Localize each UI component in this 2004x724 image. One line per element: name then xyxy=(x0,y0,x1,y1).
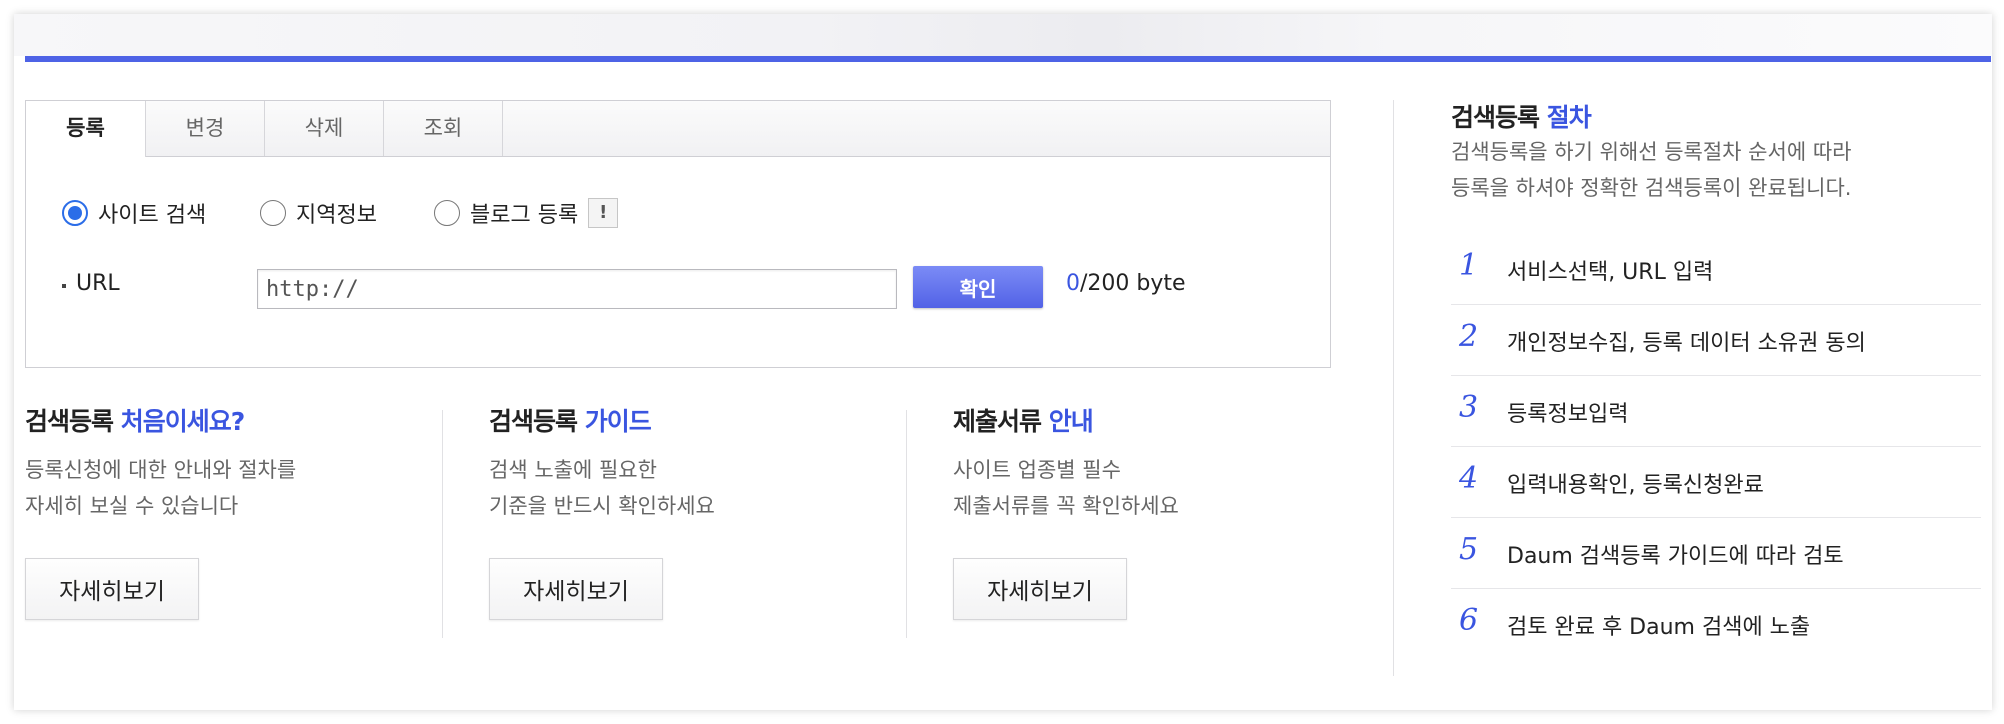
accent-bar xyxy=(25,56,1991,62)
more-button[interactable]: 자세히보기 xyxy=(953,558,1127,620)
radio-button[interactable] xyxy=(434,200,460,226)
step-item: 5 Daum 검색등록 가이드에 따라 검토 xyxy=(1451,518,1981,589)
procedure-title-accent: 절차 xyxy=(1546,103,1592,132)
bullet-icon xyxy=(62,284,66,288)
step-item: 1 서비스선택, URL 입력 xyxy=(1451,234,1981,305)
info-title: 검색등록 가이드 xyxy=(489,402,909,438)
info-description: 사이트 업종별 필수 제출서류를 꼭 확인하세요 xyxy=(953,452,1373,524)
procedure-steps: 1 서비스선택, URL 입력 2 개인정보수집, 등록 데이터 소유권 동의 … xyxy=(1451,234,1981,660)
radio-label: 지역정보 xyxy=(296,203,377,228)
procedure-title: 검색등록 절차 xyxy=(1451,98,1592,134)
radio-label: 블로그 등록 xyxy=(470,203,579,228)
step-text: 개인정보수집, 등록 데이터 소유권 동의 xyxy=(1507,331,1866,356)
divider xyxy=(906,410,907,638)
step-text: 입력내용확인, 등록신청완료 xyxy=(1507,473,1764,498)
procedure-description: 검색등록을 하기 위해선 등록절차 순서에 따라 등록을 하셔야 정확한 검색등… xyxy=(1451,134,1971,206)
step-number: 6 xyxy=(1459,603,1479,638)
tab-delete[interactable]: 삭제 xyxy=(265,101,384,156)
header-strip xyxy=(14,14,1992,56)
step-text: 검토 완료 후 Daum 검색에 노출 xyxy=(1507,615,1811,640)
radio-site-search[interactable]: 사이트 검색 xyxy=(62,197,206,229)
registration-panel: 등록 변경 삭제 조회 사이트 검색 지역정보 블로그 등록 ! URL 확인 … xyxy=(25,100,1331,368)
info-title-accent: 처음이세요? xyxy=(120,407,246,436)
divider xyxy=(442,410,443,638)
confirm-button[interactable]: 확인 xyxy=(913,266,1043,308)
info-title-accent: 가이드 xyxy=(584,407,652,436)
byte-max: /200 byte xyxy=(1080,271,1186,296)
radio-local-info[interactable]: 지역정보 xyxy=(260,197,377,229)
procedure-title-text: 검색등록 xyxy=(1451,103,1540,132)
info-column-guide: 검색등록 가이드 검색 노출에 필요한 기준을 반드시 확인하세요 자세히보기 xyxy=(489,402,909,620)
info-desc-line: 기준을 반드시 확인하세요 xyxy=(489,494,715,518)
step-number: 1 xyxy=(1459,248,1479,283)
step-number: 3 xyxy=(1459,390,1479,425)
radio-button-checked[interactable] xyxy=(62,200,88,226)
info-desc-line: 자세히 보실 수 있습니다 xyxy=(25,494,239,518)
procedure-desc-line: 검색등록을 하기 위해선 등록절차 순서에 따라 xyxy=(1451,140,1852,164)
info-desc-line: 등록신청에 대한 안내와 절차를 xyxy=(25,458,297,482)
step-text: 등록정보입력 xyxy=(1507,402,1629,427)
step-text: 서비스선택, URL 입력 xyxy=(1507,260,1714,285)
info-title-text: 제출서류 xyxy=(953,407,1042,436)
step-number: 5 xyxy=(1459,532,1479,567)
radio-button[interactable] xyxy=(260,200,286,226)
tab-bar: 등록 변경 삭제 조회 xyxy=(26,101,1330,157)
tab-lookup[interactable]: 조회 xyxy=(384,101,503,156)
info-icon[interactable]: ! xyxy=(588,198,619,228)
main-card: 등록 변경 삭제 조회 사이트 검색 지역정보 블로그 등록 ! URL 확인 … xyxy=(14,14,1992,710)
panel-divider xyxy=(1393,100,1394,676)
step-number: 4 xyxy=(1459,461,1479,496)
more-button[interactable]: 자세히보기 xyxy=(489,558,663,620)
info-column-first-time: 검색등록 처음이세요? 등록신청에 대한 안내와 절차를 자세히 보실 수 있습… xyxy=(25,402,445,620)
info-title-text: 검색등록 xyxy=(489,407,578,436)
step-text: Daum 검색등록 가이드에 따라 검토 xyxy=(1507,544,1844,569)
info-description: 검색 노출에 필요한 기준을 반드시 확인하세요 xyxy=(489,452,909,524)
info-desc-line: 사이트 업종별 필수 xyxy=(953,458,1121,482)
url-input[interactable] xyxy=(257,269,897,309)
info-column-documents: 제출서류 안내 사이트 업종별 필수 제출서류를 꼭 확인하세요 자세히보기 xyxy=(953,402,1373,620)
info-description: 등록신청에 대한 안내와 절차를 자세히 보실 수 있습니다 xyxy=(25,452,445,524)
step-item: 4 입력내용확인, 등록신청완료 xyxy=(1451,447,1981,518)
info-title-accent: 안내 xyxy=(1048,407,1094,436)
byte-current: 0 xyxy=(1066,271,1080,296)
info-desc-line: 검색 노출에 필요한 xyxy=(489,458,657,482)
tab-register[interactable]: 등록 xyxy=(26,101,146,157)
byte-counter: 0/200 byte xyxy=(1066,271,1186,296)
radio-blog-register[interactable]: 블로그 등록 ! xyxy=(434,197,619,229)
radio-label: 사이트 검색 xyxy=(98,203,207,228)
step-number: 2 xyxy=(1459,319,1479,354)
url-label: URL xyxy=(76,271,120,296)
info-title-text: 검색등록 xyxy=(25,407,114,436)
info-desc-line: 제출서류를 꼭 확인하세요 xyxy=(953,494,1179,518)
tab-change[interactable]: 변경 xyxy=(146,101,265,156)
step-item: 3 등록정보입력 xyxy=(1451,376,1981,447)
more-button[interactable]: 자세히보기 xyxy=(25,558,199,620)
info-title: 검색등록 처음이세요? xyxy=(25,402,445,438)
step-item: 2 개인정보수집, 등록 데이터 소유권 동의 xyxy=(1451,305,1981,376)
step-item: 6 검토 완료 후 Daum 검색에 노출 xyxy=(1451,589,1981,660)
info-title: 제출서류 안내 xyxy=(953,402,1373,438)
procedure-desc-line: 등록을 하셔야 정확한 검색등록이 완료됩니다. xyxy=(1451,176,1852,200)
